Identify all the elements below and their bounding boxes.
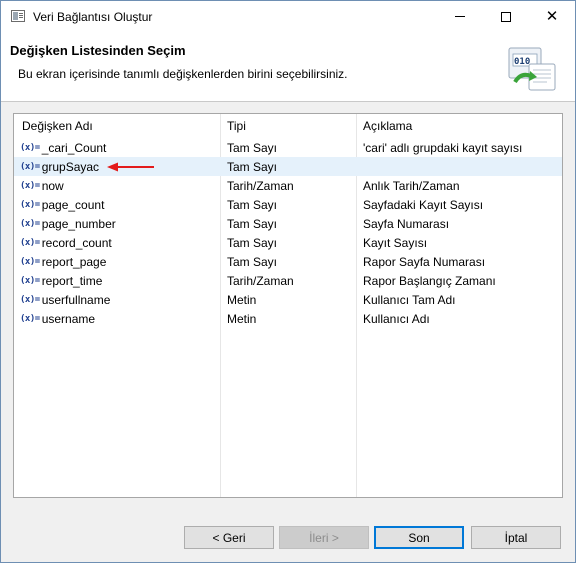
row-description-cell: Kullanıcı Tam Adı <box>363 293 456 307</box>
row-description-cell: Anlık Tarih/Zaman <box>363 179 460 193</box>
row-type-cell: Tam Sayı <box>227 236 278 250</box>
row-description-cell: Kayıt Sayısı <box>363 236 428 250</box>
row-type-cell: Tam Sayı <box>227 198 278 212</box>
row-type-cell: Tam Sayı <box>227 141 278 155</box>
row-description-cell: Kullanıcı Adı <box>363 312 430 326</box>
table-row[interactable]: (x)= page_count Tam Sayı Sayfadaki Kayıt… <box>14 195 562 214</box>
variable-name: now <box>41 179 64 193</box>
finish-button[interactable]: Son <box>374 526 464 549</box>
variable-icon: (x)= <box>20 143 40 153</box>
variable-table[interactable]: Değişken Adı Tipi Açıklama (x)= _cari_Co… <box>13 113 563 498</box>
page-title: Değişken Listesinden Seçim <box>10 43 186 58</box>
window-title: Veri Bağlantısı Oluştur <box>33 10 153 24</box>
variable-icon: (x)= <box>20 162 40 172</box>
table-row[interactable]: (x)= page_number Tam Sayı Sayfa Numarası <box>14 214 562 233</box>
row-type-cell: Tam Sayı <box>227 160 278 174</box>
row-name-cell: (x)= userfullname <box>20 293 110 307</box>
row-name-cell: (x)= now <box>20 179 64 193</box>
variable-icon: (x)= <box>20 295 40 305</box>
wizard-header: Değişken Listesinden Seçim Bu ekran içer… <box>1 32 575 102</box>
variable-icon: (x)= <box>20 219 40 229</box>
variable-icon: (x)= <box>20 276 40 286</box>
table-row[interactable]: (x)= _cari_Count Tam Sayı 'cari' adlı gr… <box>14 138 562 157</box>
variable-icon: (x)= <box>20 238 40 248</box>
table-row[interactable]: (x)= username Metin Kullanıcı Adı <box>14 309 562 328</box>
row-description-cell: Sayfa Numarası <box>363 217 450 231</box>
variable-name: record_count <box>41 236 112 250</box>
row-name-cell: (x)= grupSayac <box>20 160 155 174</box>
table-header: Değişken Adı Tipi Açıklama <box>14 114 562 138</box>
row-type-cell: Tam Sayı <box>227 255 278 269</box>
minimize-icon <box>455 16 465 17</box>
row-name-cell: (x)= page_count <box>20 198 104 212</box>
close-icon: ✕ <box>545 7 559 25</box>
variable-name: _cari_Count <box>41 141 107 155</box>
row-name-cell: (x)= report_page <box>20 255 106 269</box>
back-button[interactable]: < Geri <box>184 526 274 549</box>
table-row[interactable]: (x)= now Tarih/Zaman Anlık Tarih/Zaman <box>14 176 562 195</box>
row-description-cell: 'cari' adlı grupdaki kayıt sayısı <box>363 141 523 155</box>
column-header-description[interactable]: Açıklama <box>363 119 412 133</box>
variable-name: userfullname <box>41 293 111 307</box>
variable-name: report_time <box>41 274 103 288</box>
column-header-type[interactable]: Tipi <box>227 119 246 133</box>
page-description: Bu ekran içerisinde tanımlı değişkenlerd… <box>18 67 348 81</box>
table-row[interactable]: (x)= report_time Tarih/Zaman Rapor Başla… <box>14 271 562 290</box>
next-button[interactable]: İleri > <box>279 526 369 549</box>
row-type-cell: Tarih/Zaman <box>227 179 294 193</box>
column-header-name[interactable]: Değişken Adı <box>22 119 93 133</box>
variable-name: report_page <box>41 255 107 269</box>
cancel-button[interactable]: İptal <box>471 526 561 549</box>
table-row[interactable]: (x)= report_page Tam Sayı Rapor Sayfa Nu… <box>14 252 562 271</box>
table-row-selected[interactable]: (x)= grupSayac Tam Sayı <box>14 157 562 176</box>
data-binding-wizard-icon: 010 <box>508 47 556 91</box>
row-name-cell: (x)= report_time <box>20 274 102 288</box>
svg-text:010: 010 <box>514 57 530 67</box>
maximize-icon <box>501 11 511 22</box>
row-name-cell: (x)= page_number <box>20 217 116 231</box>
dialog-window: Veri Bağlantısı Oluştur ✕ Değişken Liste… <box>0 0 576 563</box>
variable-icon: (x)= <box>20 181 40 191</box>
variable-name: grupSayac <box>41 160 100 174</box>
variable-icon: (x)= <box>20 200 40 210</box>
window-icon <box>11 10 25 22</box>
minimize-button[interactable] <box>437 1 483 32</box>
row-name-cell: (x)= _cari_Count <box>20 141 106 155</box>
variable-icon: (x)= <box>20 257 40 267</box>
row-name-cell: (x)= record_count <box>20 236 112 250</box>
row-type-cell: Tarih/Zaman <box>227 274 294 288</box>
row-description-cell: Sayfadaki Kayıt Sayısı <box>363 198 484 212</box>
maximize-button[interactable] <box>483 1 529 32</box>
table-row[interactable]: (x)= userfullname Metin Kullanıcı Tam Ad… <box>14 290 562 309</box>
variable-icon: (x)= <box>20 314 40 324</box>
row-type-cell: Tam Sayı <box>227 217 278 231</box>
variable-name: username <box>41 312 96 326</box>
table-row[interactable]: (x)= record_count Tam Sayı Kayıt Sayısı <box>14 233 562 252</box>
row-description-cell: Rapor Başlangıç Zamanı <box>363 274 496 288</box>
variable-name: page_number <box>41 217 116 231</box>
row-description-cell: Rapor Sayfa Numarası <box>363 255 486 269</box>
variable-name: page_count <box>41 198 105 212</box>
title-bar[interactable]: Veri Bağlantısı Oluştur ✕ <box>1 1 575 32</box>
row-name-cell: (x)= username <box>20 312 95 326</box>
row-type-cell: Metin <box>227 312 257 326</box>
red-arrow-icon <box>107 162 155 172</box>
row-type-cell: Metin <box>227 293 257 307</box>
close-button[interactable]: ✕ <box>529 1 575 32</box>
